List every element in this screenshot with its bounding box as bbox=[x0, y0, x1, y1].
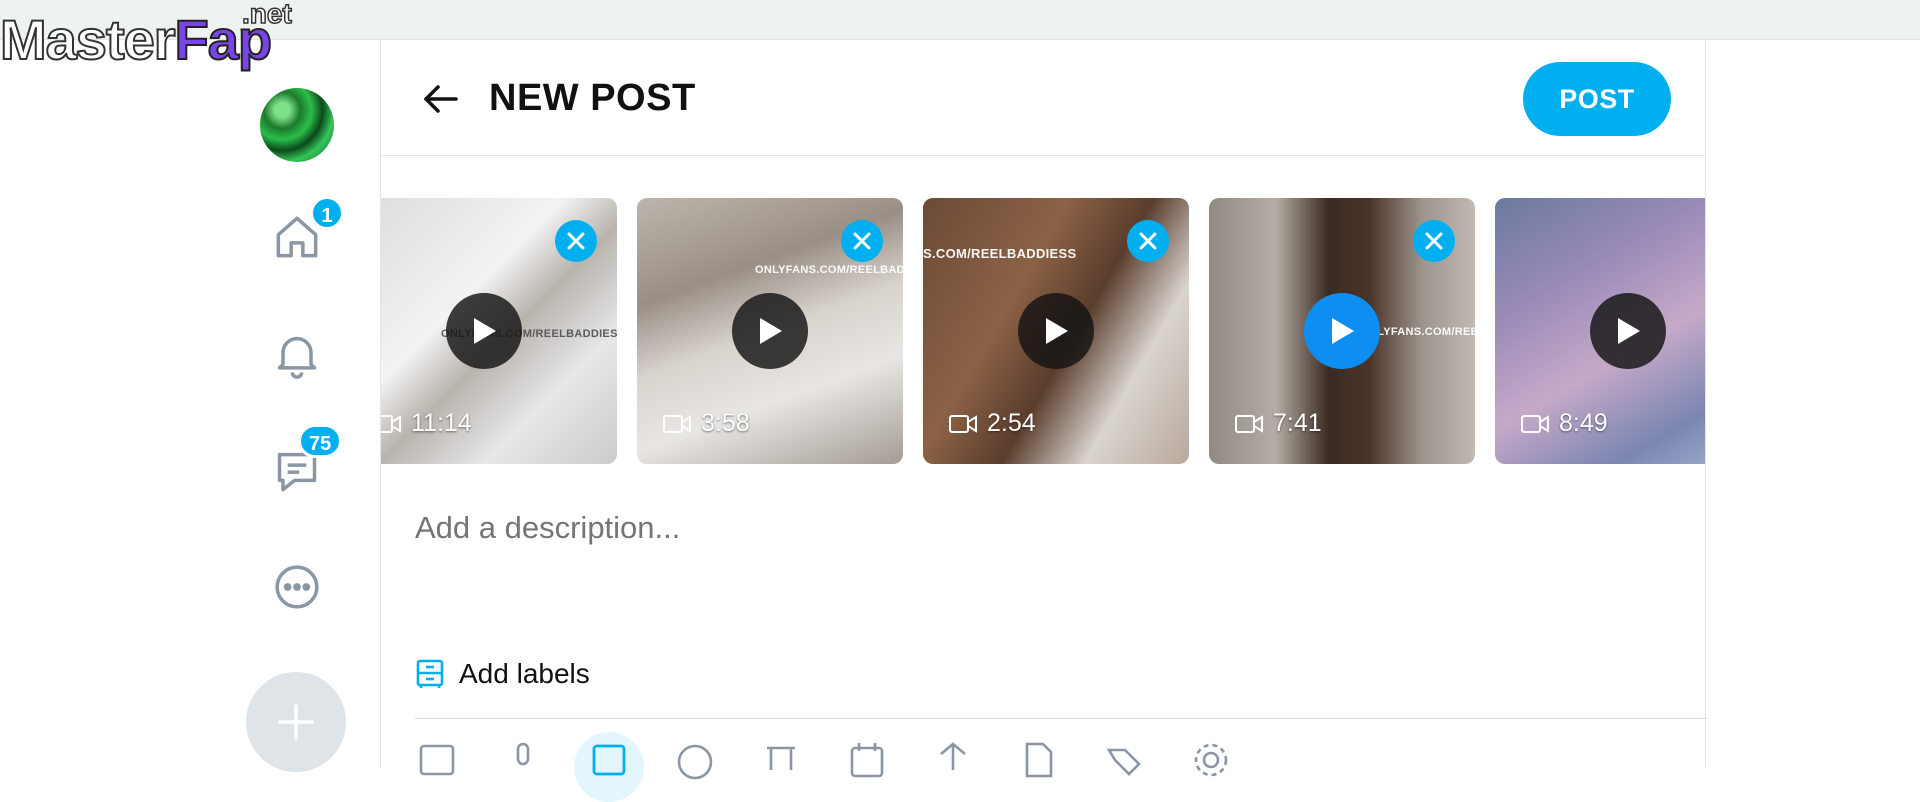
home-notification-badge: 1 bbox=[310, 196, 344, 230]
user-avatar[interactable] bbox=[260, 88, 334, 162]
top-bar-link-fragment bbox=[1310, 0, 1610, 4]
close-icon bbox=[1425, 232, 1443, 250]
vault-icon bbox=[592, 744, 626, 776]
play-icon bbox=[1332, 318, 1354, 344]
close-icon bbox=[853, 232, 871, 250]
image-icon bbox=[419, 744, 455, 776]
play-button[interactable] bbox=[446, 293, 522, 369]
video-camera-icon bbox=[949, 414, 977, 433]
post-button[interactable]: POST bbox=[1523, 62, 1671, 136]
site-watermark-logo: MasterFap .net bbox=[0, 0, 320, 80]
page-title: NEW POST bbox=[489, 77, 696, 119]
video-duration: 11:14 bbox=[381, 409, 472, 438]
video-duration: 2:54 bbox=[949, 409, 1036, 438]
media-thumbnail[interactable]: ONLYFANS.COM/REELBADDIESS 3:58 bbox=[637, 198, 903, 464]
sidebar-item-home[interactable]: 1 bbox=[262, 196, 344, 272]
sidebar-item-messages[interactable]: 75 bbox=[262, 424, 343, 506]
bell-icon bbox=[277, 336, 317, 379]
play-icon bbox=[1046, 318, 1068, 344]
sidebar-item-more[interactable] bbox=[262, 552, 332, 622]
play-button[interactable] bbox=[1018, 293, 1094, 369]
price-tag-icon bbox=[1106, 748, 1141, 776]
add-labels-button[interactable]: Add labels bbox=[415, 658, 590, 690]
play-button[interactable] bbox=[1590, 293, 1666, 369]
thumbnail-watermark: NLYFANS.COM/REELBADDIESS bbox=[1369, 326, 1475, 338]
quiz-icon bbox=[767, 746, 795, 770]
gear-icon bbox=[1194, 743, 1228, 777]
video-camera-icon bbox=[381, 414, 401, 433]
play-icon bbox=[1618, 318, 1640, 344]
toolbar-poll-button[interactable] bbox=[673, 740, 717, 800]
thumbnail-watermark: S.COM/REELBADDIESS bbox=[923, 246, 1077, 261]
video-duration: 7:41 bbox=[1235, 409, 1322, 438]
sidebar-item-notifications[interactable] bbox=[262, 320, 332, 390]
toolbar-price-button[interactable] bbox=[1103, 740, 1147, 800]
post-toolbar bbox=[415, 732, 1233, 802]
close-icon bbox=[567, 232, 585, 250]
new-post-panel: NEW POST POST ONLYFANS.COM/REELBADDIESS … bbox=[380, 40, 1707, 802]
microphone-icon bbox=[516, 742, 530, 766]
top-bar-link-fragment bbox=[1700, 0, 1870, 4]
toolbar-voice-button[interactable] bbox=[501, 740, 545, 800]
new-post-fab[interactable] bbox=[246, 672, 346, 772]
toolbar-document-button[interactable] bbox=[1017, 740, 1061, 800]
toolbar-settings-button[interactable] bbox=[1189, 740, 1233, 800]
watermark-text: MasterFap bbox=[0, 8, 273, 71]
play-icon bbox=[474, 318, 496, 344]
poll-icon bbox=[677, 744, 713, 780]
close-icon bbox=[1139, 232, 1157, 250]
media-thumbnail[interactable]: ONLYFANS.COM/REELBADDIESS 11:14 bbox=[381, 198, 617, 464]
divider bbox=[415, 718, 1707, 719]
description-input[interactable] bbox=[415, 510, 1665, 546]
video-camera-icon bbox=[663, 414, 691, 433]
toolbar-expire-button[interactable] bbox=[931, 740, 975, 800]
play-button[interactable] bbox=[1304, 293, 1380, 369]
add-labels-label: Add labels bbox=[459, 658, 590, 689]
video-duration: 3:58 bbox=[663, 409, 750, 438]
calendar-icon bbox=[850, 743, 884, 778]
media-thumbnail[interactable]: 8:49 bbox=[1495, 198, 1705, 464]
media-thumbnail[interactable]: S.COM/REELBADDIESS 2:54 bbox=[923, 198, 1189, 464]
play-icon bbox=[760, 318, 782, 344]
arrow-left-icon bbox=[424, 85, 458, 113]
expire-icon bbox=[940, 742, 966, 770]
toolbar-schedule-button[interactable] bbox=[845, 740, 889, 800]
more-options-icon bbox=[275, 565, 319, 609]
thumbnail-watermark: ONLYFANS.COM/REELBADDIESS bbox=[755, 264, 903, 276]
label-drawer-icon bbox=[416, 659, 444, 688]
media-thumbnail[interactable]: NLYFANS.COM/REELBADDIESS 7:41 bbox=[1209, 198, 1475, 464]
remove-media-button[interactable] bbox=[1413, 220, 1455, 262]
video-duration: 8:49 bbox=[1521, 409, 1608, 438]
media-carousel[interactable]: ONLYFANS.COM/REELBADDIESS 11:14 ONLYFANS… bbox=[381, 198, 1705, 464]
plus-icon bbox=[278, 704, 314, 740]
toolbar-quiz-button[interactable] bbox=[759, 740, 803, 800]
toolbar-image-button[interactable] bbox=[415, 740, 459, 800]
new-post-header: NEW POST POST bbox=[381, 40, 1705, 156]
document-icon bbox=[1025, 742, 1053, 778]
back-button[interactable] bbox=[417, 76, 463, 122]
remove-media-button[interactable] bbox=[555, 220, 597, 262]
toolbar-vault-button[interactable] bbox=[574, 732, 644, 802]
watermark-suffix: .net bbox=[241, 0, 292, 30]
messages-count-badge: 75 bbox=[298, 424, 343, 458]
remove-media-button[interactable] bbox=[1127, 220, 1169, 262]
remove-media-button[interactable] bbox=[841, 220, 883, 262]
play-button[interactable] bbox=[732, 293, 808, 369]
video-camera-icon bbox=[1521, 414, 1549, 433]
video-camera-icon bbox=[1235, 414, 1263, 433]
